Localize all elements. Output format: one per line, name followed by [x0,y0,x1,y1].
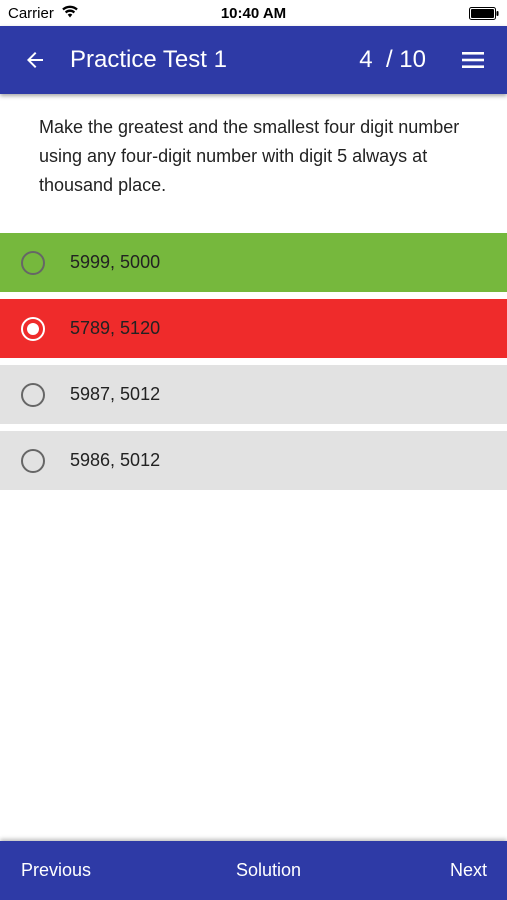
answer-label: 5986, 5012 [70,450,161,470]
answer-label: 5789, 5120 [70,318,161,338]
status-time: 10:40 AM [220,5,287,22]
bottom-nav-bar: Previous Solution Next [0,841,507,900]
app-bar: Practice Test 1 4 / 10 [0,26,507,94]
answer-label: 5987, 5012 [70,384,161,404]
menu-button[interactable] [457,44,489,76]
arrow-left-icon [27,52,43,68]
next-button[interactable]: Next [450,860,487,881]
radio-dot [27,323,39,335]
answer-option-4[interactable]: 5986, 5012 [0,431,507,490]
radio-button-selected[interactable] [21,317,45,341]
radio-button[interactable] [21,449,45,473]
answer-option-1[interactable]: 5999, 5000 [0,233,507,292]
radio-button[interactable] [21,383,45,407]
solution-button[interactable]: Solution [0,860,507,881]
question-progress: 4 / 10 [359,46,426,73]
back-button[interactable] [18,44,52,76]
answer-option-3[interactable]: 5987, 5012 [0,365,507,424]
status-bar: Carrier 10:40 AM [0,0,507,26]
page-title: Practice Test 1 [70,46,227,73]
answer-label: 5999, 5000 [70,252,161,272]
hamburger-menu-icon [462,52,484,68]
answer-option-2[interactable]: 5789, 5120 [0,299,507,358]
answer-options: 5999, 5000 5789, 5120 5987, 5012 5986, 5… [0,233,507,497]
question-text: Make the greatest and the smallest four … [39,117,460,195]
battery-icon [469,7,499,20]
radio-button[interactable] [21,251,45,275]
